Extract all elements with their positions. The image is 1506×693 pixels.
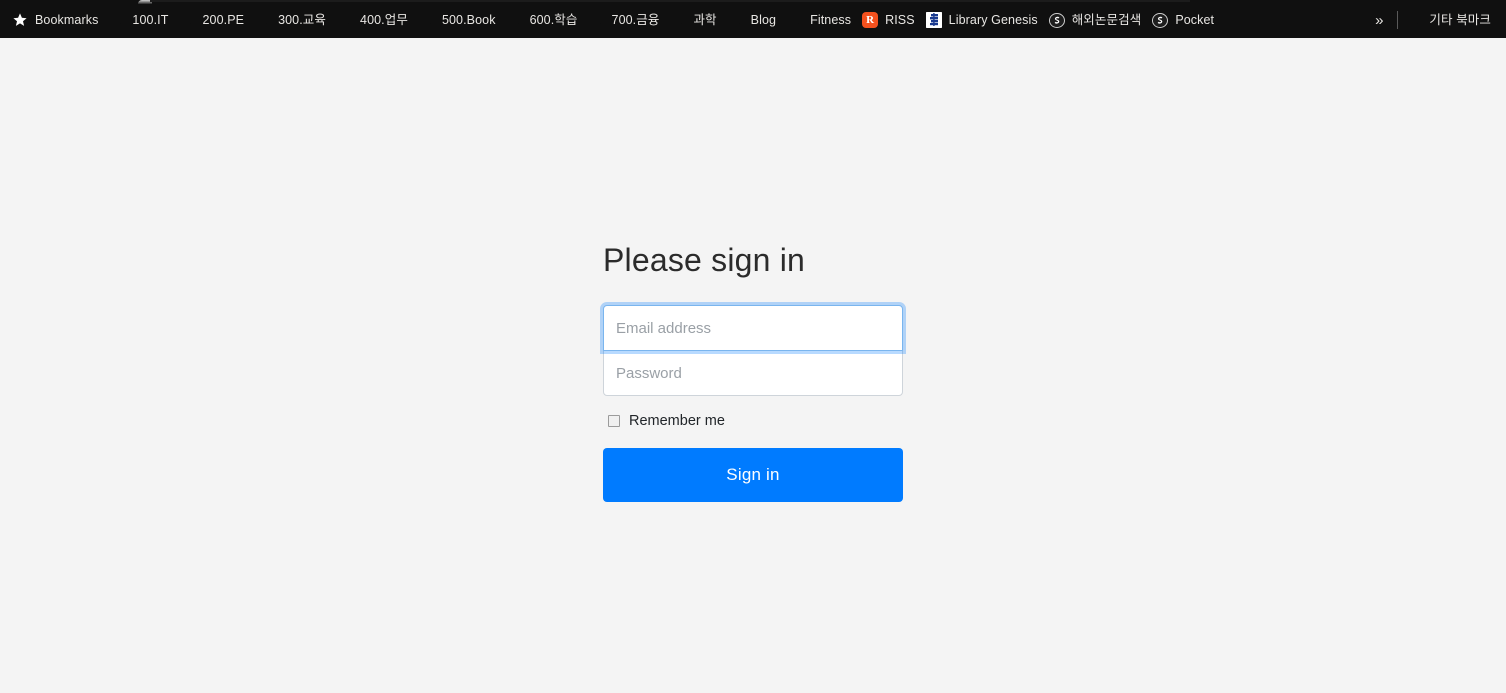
remember-me-label[interactable]: Remember me [629,414,725,429]
bookmark-label: 해외논문검색 [1071,12,1142,27]
bookmark-item-100-it[interactable]: 100.IT [105,8,175,32]
bookmark-label: 300.교육 [278,12,327,27]
folder-icon [255,12,271,28]
bookmark-item-400-work[interactable]: 400.업무 [333,8,415,32]
bookmark-label: 100.IT [132,12,169,27]
bookmark-item-200-pe[interactable]: 200.PE [175,8,251,32]
folder-icon [787,12,803,28]
bookmark-label: Bookmarks [35,12,99,27]
bookmark-item-science[interactable]: 과학 [666,8,723,32]
bookmarks-divider [1397,11,1399,29]
folder-icon [109,12,125,28]
bookmark-item-300-education[interactable]: 300.교육 [251,8,333,32]
bookmarks-overflow-chevron-icon[interactable]: » [1365,13,1393,28]
sign-in-button[interactable]: Sign in [603,447,903,502]
bookmark-label: 400.업무 [360,12,408,27]
credentials-group [603,305,903,397]
folder-icon [179,12,195,28]
library-genesis-icon [925,12,942,28]
bookmark-label: 600.학습 [529,12,578,27]
bookmark-label: Blog [750,12,777,27]
bookmark-label: 500.Book [441,12,496,27]
bookmark-item-blog[interactable]: Blog [724,8,783,32]
bookmark-label: Pocket [1175,12,1215,27]
bookmark-item-500-book[interactable]: 500.Book [415,8,503,32]
page-title: Please sign in [603,242,806,278]
folder-icon [337,12,353,28]
star-icon [12,12,28,28]
remember-me-row: Remember me [608,414,903,429]
bookmark-label: 과학 [693,12,717,27]
bookmark-label: 기타 북마크 [1429,12,1491,27]
bookmark-label: 700.금융 [611,12,660,27]
bookmark-item-library-genesis[interactable]: Library Genesis [922,8,1045,32]
bookmark-item-bookmarks[interactable]: Bookmarks [8,8,105,32]
sign-in-form: Please sign in Remember me Sign in [603,242,903,502]
folder-icon [507,12,523,28]
bookmark-label: Library Genesis [948,12,1038,27]
folder-icon [670,12,686,28]
bookmark-item-600-study[interactable]: 600.학습 [503,8,585,32]
bookmarks-bar: Bookmarks 100.IT 200.PE 300.교육 400.업무 50… [0,2,1506,38]
folder-icon [419,12,435,28]
browser-chrome: Bookmarks 100.IT 200.PE 300.교육 400.업무 50… [0,0,1506,38]
riss-icon: R [862,12,879,28]
bookmark-item-riss[interactable]: R RISS [858,8,922,32]
page-content: Please sign in Remember me Sign in [0,38,1506,693]
remember-me-checkbox[interactable] [608,415,620,428]
bookmark-item-700-finance[interactable]: 700.금융 [585,8,667,32]
bookmark-item-other-bookmarks[interactable]: 기타 북마크 [1402,8,1498,32]
bookmark-item-fitness[interactable]: Fitness [783,8,858,32]
globe-icon [1152,12,1169,28]
folder-icon [1406,12,1422,28]
bookmark-item-pocket[interactable]: Pocket [1148,8,1221,32]
bookmark-item-overseas-paper-search[interactable]: 해외논문검색 [1045,8,1149,32]
email-input[interactable] [603,305,903,352]
folder-icon [728,12,744,28]
globe-icon [1048,12,1065,28]
bookmark-label: Fitness [810,12,852,27]
bookmark-label: RISS [885,12,915,27]
bookmark-label: 200.PE [202,12,245,27]
password-input[interactable] [603,350,903,397]
folder-icon [589,12,605,28]
